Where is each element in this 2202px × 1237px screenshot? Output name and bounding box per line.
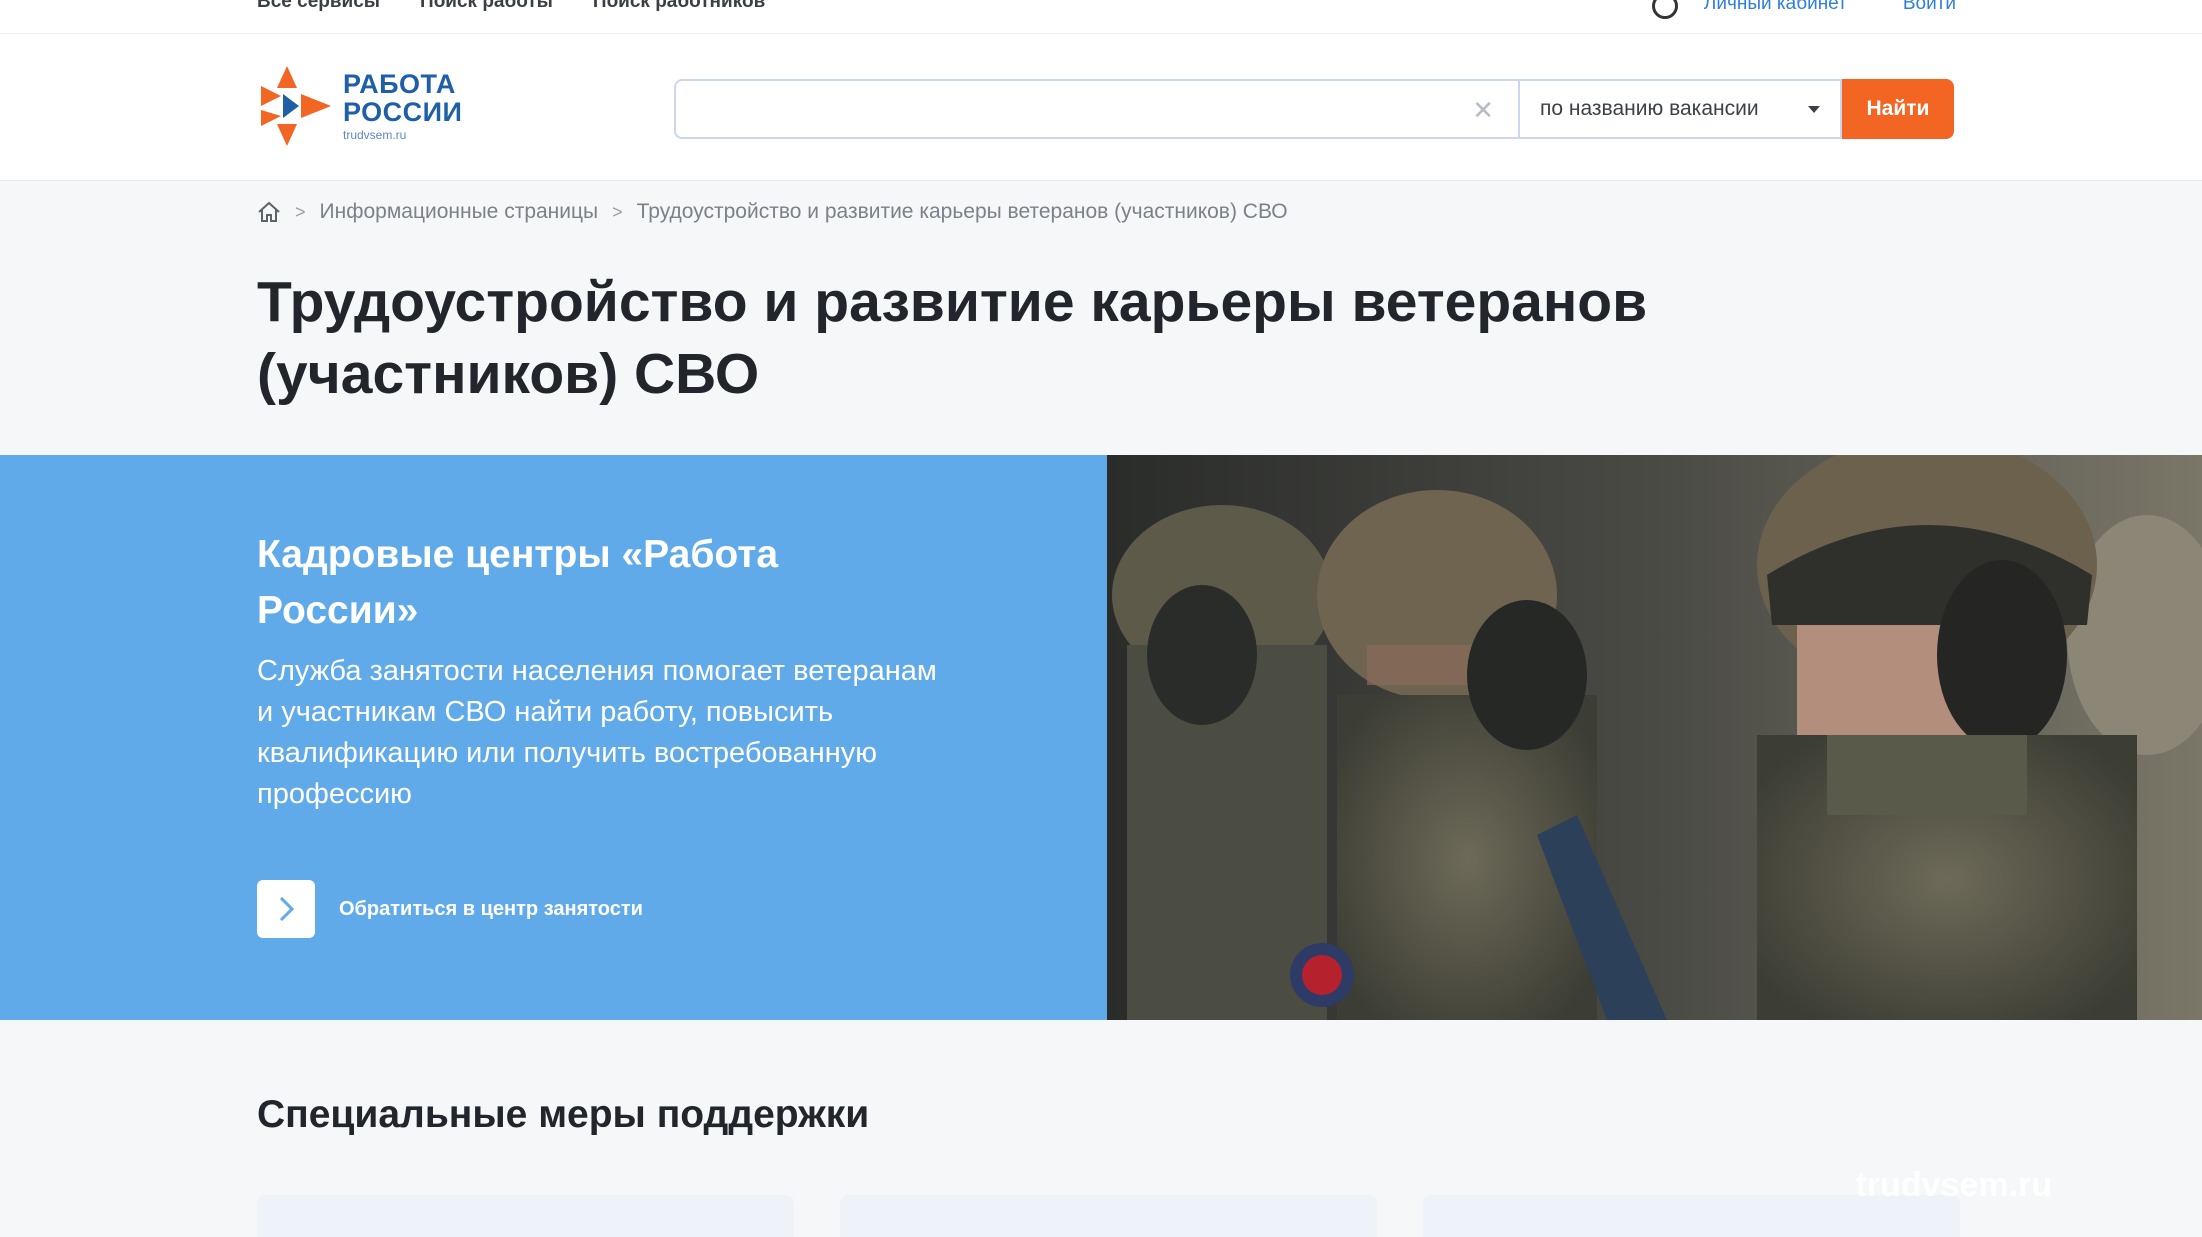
soldiers-photo-illustration bbox=[1107, 455, 2202, 1020]
breadcrumb-separator: > bbox=[612, 201, 623, 222]
banner-text-line4: профессию bbox=[257, 778, 412, 810]
page-title: Трудоустройство и развитие карьеры ветер… bbox=[257, 266, 1907, 410]
hero-banner: Кадровые центры «Работа России» Служба з… bbox=[0, 455, 2202, 1020]
support-card[interactable] bbox=[257, 1195, 794, 1237]
banner-title-line1: Кадровые центры «Работа bbox=[257, 533, 779, 576]
logo-line1: РАБОТА bbox=[343, 69, 456, 99]
logo-url: trudvsem.ru bbox=[343, 128, 407, 142]
site-logo[interactable]: РАБОТА РОССИИ trudvsem.ru bbox=[257, 66, 462, 146]
page-title-line2: (участников) СВО bbox=[257, 342, 760, 406]
top-utility-bar: Все сервисы Поиск работы Поиск работнико… bbox=[0, 0, 2202, 34]
banner-title: Кадровые центры «Работа России» bbox=[257, 527, 957, 639]
site-header: РАБОТА РОССИИ trudvsem.ru ✕ по названию … bbox=[0, 34, 2202, 180]
page-title-line1: Трудоустройство и развитие карьеры ветер… bbox=[257, 270, 1648, 334]
soldiers-photo bbox=[1107, 455, 2202, 1020]
breadcrumb-item-current: Трудоустройство и развитие карьеры ветер… bbox=[636, 200, 1288, 223]
banner-title-line2: России» bbox=[257, 589, 419, 632]
contact-center-link[interactable]: Обратиться в центр занятости bbox=[257, 880, 643, 938]
logo-mark-icon bbox=[261, 66, 331, 146]
chevron-right-icon[interactable] bbox=[257, 880, 315, 938]
banner-text-line2: и участникам СВО найти работу, повысить bbox=[257, 696, 834, 728]
banner-text-line1: Служба занятости населения помогает вете… bbox=[257, 655, 937, 687]
breadcrumb: > Информационные страницы > Трудоустройс… bbox=[257, 200, 1288, 224]
home-icon[interactable] bbox=[257, 201, 281, 223]
search-field-wrapper: ✕ bbox=[674, 79, 1518, 139]
video-watermark: trudvsem.ru bbox=[1855, 1166, 2053, 1204]
contact-center-label[interactable]: Обратиться в центр занятости bbox=[339, 898, 643, 921]
search-mode-select[interactable]: по названию вакансии bbox=[1518, 79, 1842, 139]
clear-icon[interactable]: ✕ bbox=[1472, 95, 1494, 126]
search-bar: ✕ по названию вакансии Найти bbox=[674, 79, 1954, 139]
all-services-link[interactable]: Все сервисы bbox=[257, 0, 380, 13]
banner-text-panel: Кадровые центры «Работа России» Служба з… bbox=[0, 455, 1107, 1020]
logo-text: РАБОТА РОССИИ trudvsem.ru bbox=[343, 70, 462, 142]
breadcrumb-separator: > bbox=[295, 201, 306, 222]
caret-down-icon bbox=[1808, 106, 1820, 113]
globe-icon[interactable] bbox=[1651, 0, 1678, 19]
employee-search-link[interactable]: Поиск работников bbox=[593, 0, 765, 13]
top-right-nav: Личный кабинет Войти bbox=[1651, 0, 1956, 19]
banner-description: Служба занятости населения помогает вете… bbox=[257, 651, 1057, 815]
cabinet-link[interactable]: Личный кабинет bbox=[1704, 0, 1847, 15]
search-mode-value: по названию вакансии bbox=[1540, 97, 1759, 120]
top-nav: Все сервисы Поиск работы Поиск работнико… bbox=[257, 0, 765, 13]
logo-line2: РОССИИ bbox=[343, 97, 463, 127]
section-title-support: Специальные меры поддержки bbox=[257, 1093, 870, 1136]
banner-text-line3: квалификацию или получить востребованную bbox=[257, 737, 878, 769]
support-cards bbox=[257, 1195, 1960, 1237]
search-button[interactable]: Найти bbox=[1842, 79, 1954, 139]
search-input[interactable] bbox=[676, 81, 1456, 137]
breadcrumb-item-info-pages[interactable]: Информационные страницы bbox=[320, 200, 599, 224]
login-link[interactable]: Войти bbox=[1903, 0, 1956, 15]
support-card[interactable] bbox=[840, 1195, 1377, 1237]
job-search-link[interactable]: Поиск работы bbox=[420, 0, 553, 13]
